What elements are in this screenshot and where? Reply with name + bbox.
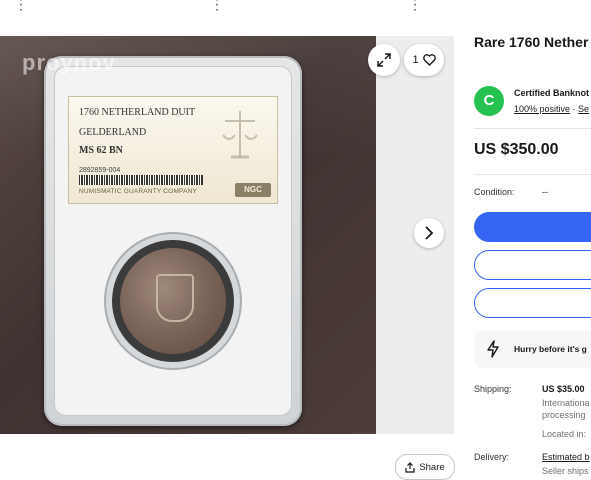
- coat-of-arms: [156, 274, 194, 322]
- share-icon: [405, 461, 415, 473]
- watch-count: 1: [412, 54, 419, 66]
- item-price: US $350.00: [474, 141, 559, 158]
- condition-value: --: [542, 187, 548, 197]
- expand-button[interactable]: [368, 44, 400, 76]
- seller-name[interactable]: Certified Banknot: [514, 88, 589, 98]
- add-to-watchlist-button[interactable]: [474, 288, 591, 318]
- lightning-icon: [487, 340, 499, 358]
- shipping-detail: processing: [542, 410, 586, 420]
- main-product-image[interactable]: 1760 NETHERLAND DUIT GELDERLAND MS 62 BN…: [0, 36, 376, 434]
- seller-feedback: 100% positive · Se: [514, 104, 590, 114]
- urgency-text: Hurry before it's g: [514, 344, 587, 354]
- slab-label: 1760 NETHERLAND DUIT GELDERLAND MS 62 BN…: [68, 96, 278, 204]
- seller-avatar[interactable]: C: [474, 86, 504, 116]
- urgency-banner: Hurry before it's g: [474, 330, 591, 368]
- coin-slab: 1760 NETHERLAND DUIT GELDERLAND MS 62 BN…: [44, 56, 302, 426]
- located-in: Located in:: [542, 429, 587, 439]
- seller-other-link[interactable]: Se: [578, 104, 589, 114]
- expand-icon: [377, 53, 391, 67]
- slab-cert-number: 2892859-004: [79, 167, 121, 174]
- slab-grade: MS 62 BN: [79, 145, 123, 156]
- barcode: [79, 175, 203, 185]
- scales-icon: [222, 111, 258, 159]
- buy-it-now-button[interactable]: [474, 212, 591, 242]
- divider: [474, 174, 591, 175]
- condition-label: Condition:: [474, 187, 515, 197]
- share-button[interactable]: Share: [395, 454, 455, 480]
- menu-dots-icon[interactable]: ⋮: [210, 0, 224, 13]
- shipping-value: US $35.00: [542, 384, 585, 394]
- delivery-label: Delivery:: [474, 452, 510, 462]
- coin-holder: [112, 240, 234, 362]
- ngc-logo: NGC: [235, 183, 271, 197]
- slab-company: NUMISMATIC GUARANTY COMPANY: [79, 188, 198, 195]
- watermark: proynov: [22, 50, 116, 75]
- slab-coin-region: GELDERLAND: [79, 127, 147, 138]
- menu-dots-icon[interactable]: ⋮: [14, 0, 28, 13]
- shipping-label: Shipping:: [474, 384, 512, 394]
- menu-dots-icon[interactable]: ⋮: [408, 0, 422, 13]
- coin: [120, 248, 226, 354]
- watch-button[interactable]: 1: [404, 44, 444, 76]
- chevron-right-icon: [425, 226, 434, 240]
- heart-icon: [422, 54, 436, 66]
- listing-panel: Rare 1760 Nether BN C Certified Banknot …: [474, 0, 591, 480]
- divider: [474, 128, 591, 129]
- add-to-cart-button[interactable]: [474, 250, 591, 280]
- feedback-link[interactable]: 100% positive: [514, 104, 570, 114]
- delivery-detail: Seller ships: [542, 466, 589, 476]
- shipping-detail: Internationa: [542, 398, 590, 408]
- slab-coin-name: 1760 NETHERLAND DUIT: [79, 107, 196, 118]
- image-gallery: 1760 NETHERLAND DUIT GELDERLAND MS 62 BN…: [0, 36, 454, 434]
- delivery-value[interactable]: Estimated b: [542, 452, 590, 462]
- next-image-button[interactable]: [414, 218, 444, 248]
- listing-title: Rare 1760 Nether BN: [474, 34, 591, 50]
- share-label: Share: [419, 461, 445, 473]
